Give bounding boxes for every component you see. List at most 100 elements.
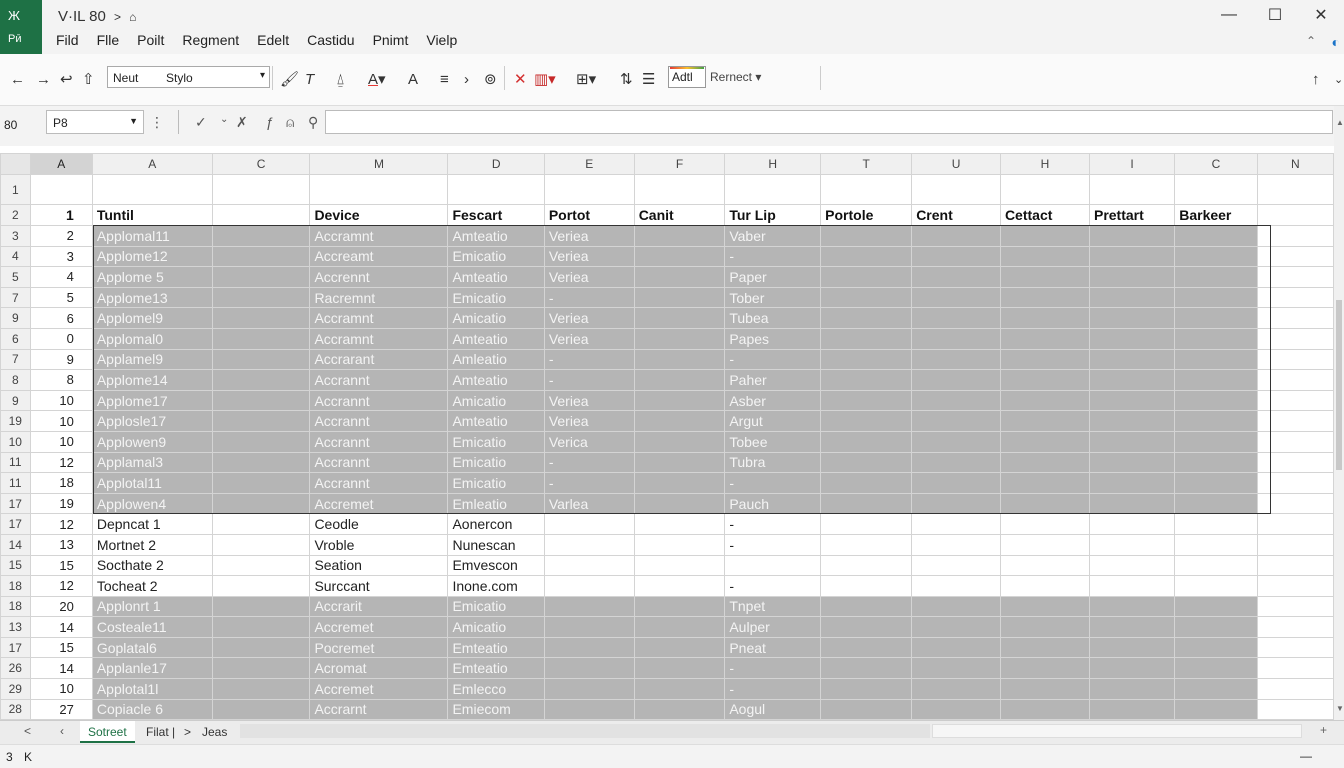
cell[interactable] [999, 245, 1090, 268]
cell[interactable] [1174, 575, 1258, 597]
cell-index[interactable]: 12 [29, 513, 93, 535]
row-header[interactable]: 2 [0, 204, 31, 226]
cell[interactable] [633, 430, 726, 453]
forward-arrow-icon[interactable]: → [36, 68, 51, 90]
minimize-button[interactable]: — [1206, 0, 1252, 30]
cell[interactable]: - [724, 657, 822, 680]
cell[interactable] [1174, 492, 1258, 515]
cell-index[interactable]: 10 [29, 430, 93, 453]
cell-index[interactable]: 4 [29, 266, 93, 288]
cell[interactable] [211, 266, 311, 288]
cell-index[interactable]: 3 [29, 245, 93, 268]
row-header[interactable]: 29 [0, 678, 31, 700]
row-header[interactable]: 18 [0, 595, 31, 618]
header-cell[interactable]: Tuntil [91, 204, 213, 226]
cell[interactable] [1088, 327, 1176, 350]
menu-item-edelt[interactable]: Edelt [257, 32, 289, 48]
format-painter-icon[interactable]: 🖌 [280, 68, 299, 90]
cell[interactable] [820, 225, 913, 247]
cell[interactable]: - [543, 348, 635, 371]
cell[interactable] [1174, 636, 1258, 659]
cell[interactable] [1088, 348, 1176, 371]
cell[interactable] [633, 698, 726, 720]
font-size-icon[interactable]: A [408, 68, 418, 90]
cell[interactable] [999, 554, 1090, 577]
cell[interactable]: Accrarit [309, 595, 449, 618]
cell[interactable] [633, 266, 726, 288]
person-icon[interactable]: ⚲ [308, 114, 318, 131]
cell[interactable] [211, 430, 311, 453]
cell[interactable] [1088, 307, 1176, 329]
cell[interactable]: Accrannt [309, 410, 449, 432]
cell[interactable]: Veriea [543, 307, 635, 329]
cell[interactable] [820, 245, 913, 268]
cell-index[interactable]: 6 [29, 307, 93, 329]
cell[interactable]: Applomel9 [91, 307, 213, 329]
more-icon[interactable]: ⋮ [150, 114, 164, 131]
cell[interactable]: Veriea [543, 225, 635, 247]
row-header[interactable]: 17 [0, 513, 31, 535]
cell[interactable]: Emicatio [447, 595, 545, 618]
cell[interactable] [543, 657, 635, 680]
cell[interactable]: Applowen9 [91, 430, 213, 453]
cell[interactable] [633, 348, 726, 371]
cell[interactable]: Accrannt [309, 369, 449, 391]
cell[interactable]: Nunescan [447, 533, 545, 556]
cell[interactable] [820, 389, 913, 412]
cell[interactable] [447, 174, 545, 205]
cell[interactable]: - [724, 472, 822, 494]
row-header[interactable]: 4 [0, 245, 31, 268]
cell[interactable]: Amteatio [447, 266, 545, 288]
cell[interactable]: Applanle17 [91, 657, 213, 680]
cell[interactable]: Accrannt [309, 430, 449, 453]
cell[interactable]: Vaber [724, 225, 822, 247]
cell[interactable] [1088, 266, 1176, 288]
scroll-down-icon[interactable]: ▼ [1336, 704, 1344, 713]
back-arrow-icon[interactable]: ← [10, 68, 25, 90]
cell[interactable] [1256, 678, 1334, 700]
cell[interactable] [1088, 369, 1176, 391]
cell[interactable] [999, 492, 1090, 515]
cell[interactable]: Accremet [309, 616, 449, 638]
cell[interactable] [911, 266, 1001, 288]
cell[interactable] [309, 174, 449, 205]
cell[interactable] [911, 513, 1001, 535]
formula-input[interactable] [325, 110, 1333, 134]
cell[interactable] [633, 225, 726, 247]
cell[interactable] [911, 245, 1001, 268]
cell[interactable] [911, 225, 1001, 247]
row-header[interactable]: 26 [0, 657, 31, 680]
cell[interactable] [1174, 513, 1258, 535]
cell[interactable] [633, 369, 726, 391]
cell[interactable] [211, 657, 311, 680]
row-header[interactable]: 9 [0, 307, 31, 329]
cell[interactable] [1256, 533, 1334, 556]
menu-item-poilt[interactable]: Poilt [137, 32, 164, 48]
function-icon[interactable]: ƒ [266, 114, 274, 130]
cell-index[interactable]: 9 [29, 348, 93, 371]
cell[interactable]: Ceodle [309, 513, 449, 535]
cell[interactable] [633, 286, 726, 309]
cell[interactable] [1088, 575, 1176, 597]
cell[interactable]: Seation [309, 554, 449, 577]
cell[interactable]: Mortnet 2 [91, 533, 213, 556]
column-header[interactable]: F [633, 153, 726, 175]
cell[interactable] [999, 513, 1090, 535]
tab-sotreet[interactable]: Sotreet [80, 721, 135, 743]
cell[interactable] [543, 575, 635, 597]
menu-item-vielp[interactable]: Vielp [426, 32, 457, 48]
cell[interactable] [911, 348, 1001, 371]
cell[interactable]: Aulper [724, 616, 822, 638]
cell[interactable] [633, 451, 726, 474]
cell[interactable]: Emicatio [447, 286, 545, 309]
cell[interactable] [211, 636, 311, 659]
cell[interactable] [999, 678, 1090, 700]
cell[interactable] [1088, 554, 1176, 577]
cell[interactable]: Accremet [309, 678, 449, 700]
cell[interactable] [633, 245, 726, 268]
cell[interactable] [1088, 245, 1176, 268]
cell[interactable] [1174, 389, 1258, 412]
cell[interactable] [820, 575, 913, 597]
cell[interactable]: Veriea [543, 327, 635, 350]
cell[interactable] [1256, 348, 1334, 371]
